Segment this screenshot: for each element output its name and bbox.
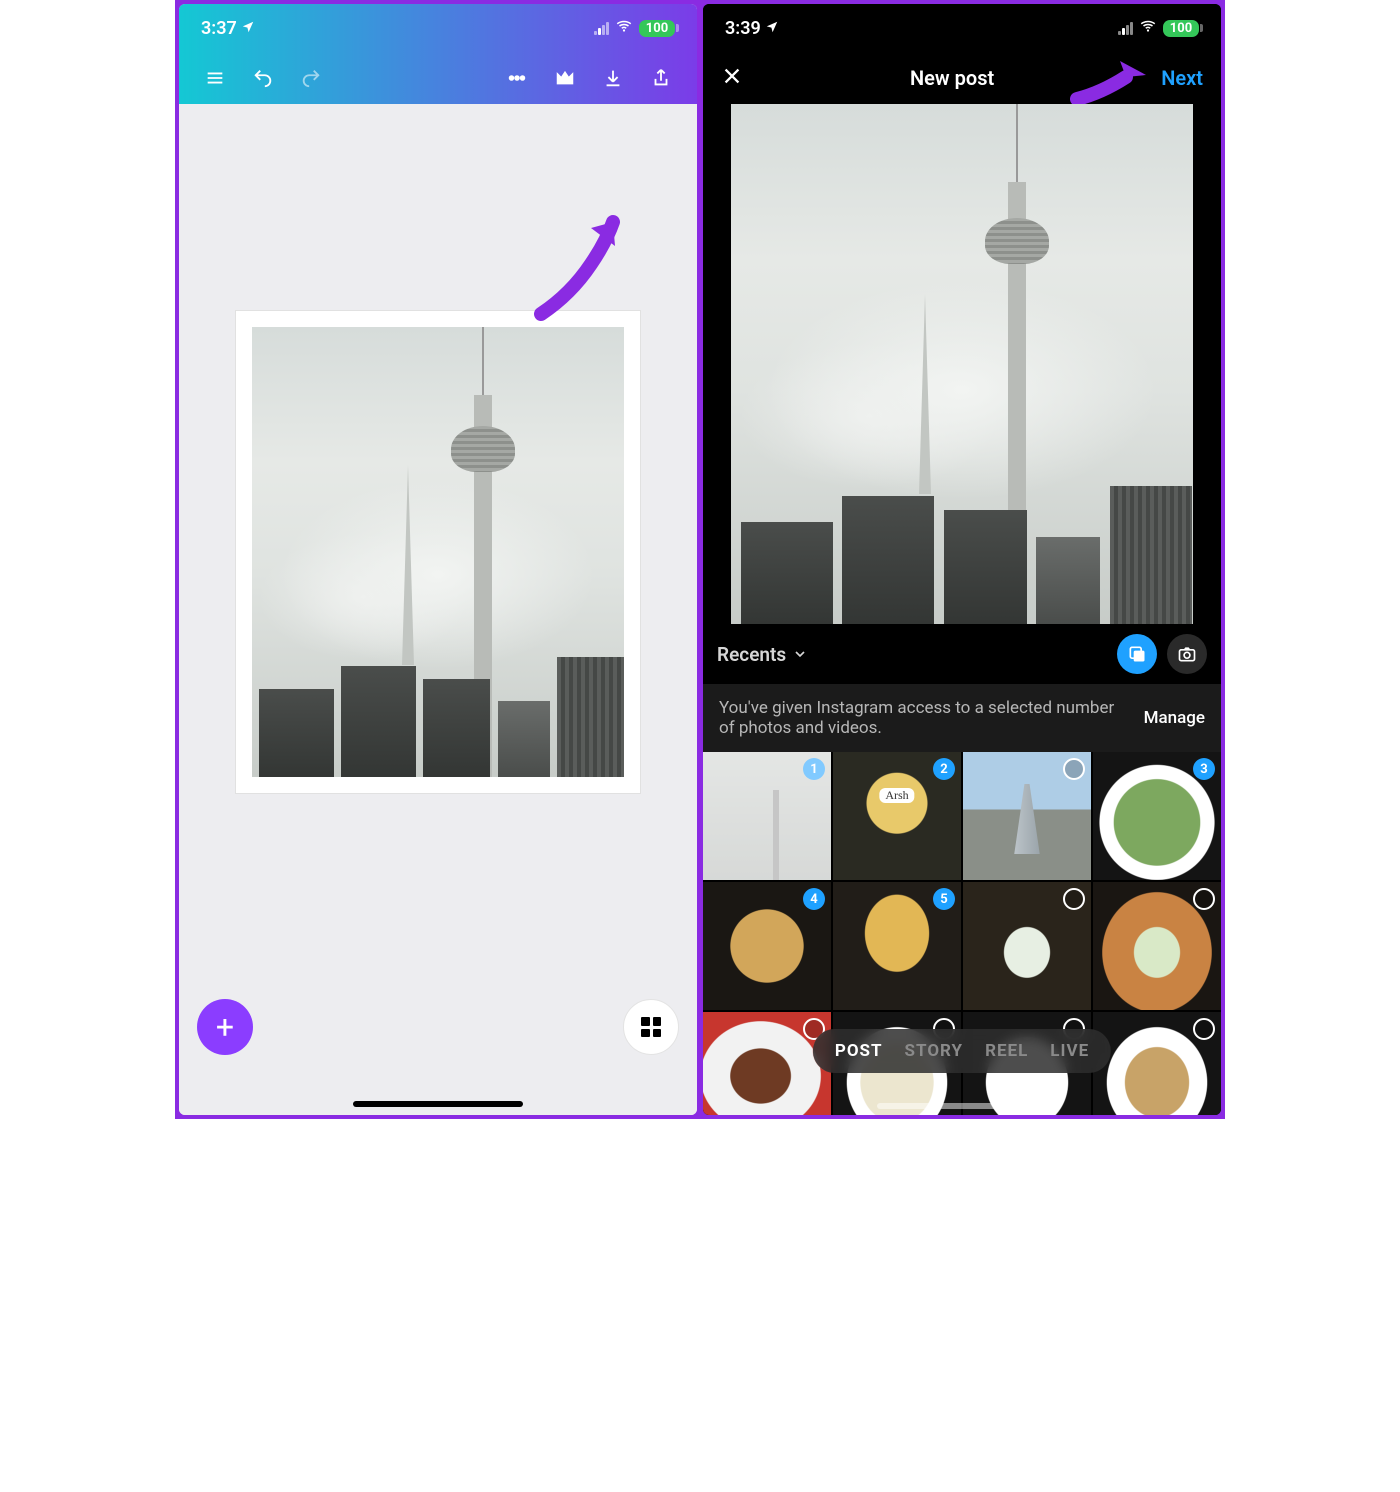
share-button[interactable] <box>639 56 683 100</box>
selection-ring <box>1063 888 1085 910</box>
gallery-cell[interactable] <box>1093 1012 1221 1115</box>
status-time: 3:39 <box>725 18 761 39</box>
download-button[interactable] <box>591 56 635 100</box>
selection-index-badge: 5 <box>933 888 955 910</box>
location-arrow-icon <box>765 18 779 39</box>
notice-text: You've given Instagram access to a selec… <box>719 698 1132 738</box>
gallery-cell[interactable]: 4 <box>703 882 831 1010</box>
add-page-fab[interactable]: + <box>197 999 253 1055</box>
signal-icon <box>594 21 609 35</box>
mode-reel[interactable]: REEL <box>985 1041 1028 1061</box>
mode-post[interactable]: POST <box>835 1041 883 1061</box>
gallery-cell[interactable] <box>703 1012 831 1115</box>
wifi-icon <box>615 17 633 40</box>
canva-screen: 3:37 100 <box>179 4 697 1115</box>
plus-icon: + <box>216 1011 234 1043</box>
artboard-image <box>252 327 624 777</box>
close-button[interactable] <box>721 65 743 91</box>
annotation-arrow <box>531 214 629 324</box>
instagram-screen: 3:39 100 New post Next <box>703 4 1221 1115</box>
menu-button[interactable] <box>193 56 237 100</box>
album-name: Recents <box>717 643 786 666</box>
chevron-down-icon <box>792 646 808 662</box>
signal-icon <box>1118 21 1133 35</box>
battery-indicator: 100 <box>639 20 675 37</box>
page-title: New post <box>910 66 994 90</box>
selection-index-badge: 1 <box>803 758 825 780</box>
gallery-cell[interactable]: 5 <box>833 882 961 1010</box>
undo-button[interactable] <box>241 56 285 100</box>
gallery-cell[interactable] <box>1093 882 1221 1010</box>
gallery-cell[interactable] <box>963 882 1091 1010</box>
thumbnail <box>703 752 831 880</box>
canva-toolbar <box>179 52 697 104</box>
gallery-cell[interactable]: 2 <box>833 752 961 880</box>
selection-ring <box>1193 1018 1215 1040</box>
redo-button[interactable] <box>289 56 333 100</box>
preview-area[interactable] <box>703 104 1221 624</box>
crown-icon[interactable] <box>543 56 587 100</box>
mode-story[interactable]: STORY <box>905 1041 964 1061</box>
manage-button[interactable]: Manage <box>1144 708 1205 728</box>
mode-picker[interactable]: POST STORY REEL LIVE <box>813 1029 1111 1073</box>
canva-canvas-area[interactable]: + <box>179 104 697 1115</box>
wifi-icon <box>1139 17 1157 40</box>
new-post-header: New post Next <box>703 52 1221 104</box>
pages-grid-fab[interactable] <box>623 999 679 1055</box>
status-bar: 3:37 100 <box>179 4 697 52</box>
status-bar: 3:39 100 <box>703 4 1221 52</box>
preview-image <box>731 104 1192 624</box>
selection-ring <box>1063 758 1085 780</box>
select-multiple-button[interactable] <box>1117 634 1157 674</box>
grid-icon <box>641 1017 661 1037</box>
more-button[interactable] <box>495 56 539 100</box>
selection-index-badge: 4 <box>803 888 825 910</box>
gallery-cell[interactable]: 1 <box>703 752 831 880</box>
selection-index-badge: 3 <box>1193 758 1215 780</box>
camera-button[interactable] <box>1167 634 1207 674</box>
battery-indicator: 100 <box>1163 20 1199 37</box>
home-indicator <box>877 1103 1047 1109</box>
gallery-cell[interactable]: 3 <box>1093 752 1221 880</box>
selection-index-badge: 2 <box>933 758 955 780</box>
album-row: Recents <box>703 624 1221 684</box>
location-arrow-icon <box>241 18 255 39</box>
mode-live[interactable]: LIVE <box>1050 1041 1089 1061</box>
status-time: 3:37 <box>201 18 237 39</box>
next-button[interactable]: Next <box>1161 66 1203 90</box>
home-indicator <box>353 1101 523 1107</box>
album-picker[interactable]: Recents <box>717 643 808 666</box>
artboard[interactable] <box>235 310 641 794</box>
gallery-cell[interactable] <box>963 752 1091 880</box>
limited-access-notice: You've given Instagram access to a selec… <box>703 684 1221 752</box>
selection-ring <box>1193 888 1215 910</box>
